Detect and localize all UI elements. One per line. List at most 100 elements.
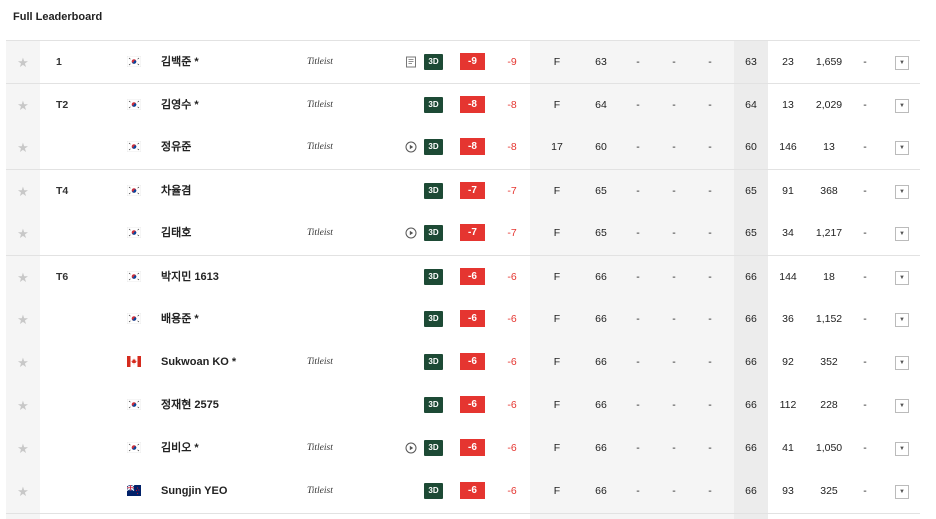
total-to-par: -8 — [460, 96, 485, 113]
player-name[interactable]: 김태호 — [161, 212, 191, 255]
scorecard-icon[interactable] — [405, 56, 417, 68]
table-row[interactable]: ★ 정유준 Titleist 3D -8 -8 17 60 - - - 60 146 13 - ▼ — [6, 126, 920, 169]
today-score: -6 — [507, 399, 517, 411]
total-strokes: 63 — [745, 56, 757, 68]
expand-dropdown-icon[interactable]: ▼ — [895, 185, 909, 199]
position: T4 — [56, 185, 69, 197]
favorite-star-icon[interactable]: ★ — [6, 41, 40, 84]
favorite-star-icon[interactable]: ★ — [6, 470, 40, 513]
favorite-star-icon[interactable]: ★ — [6, 256, 40, 299]
round-1: 65 — [595, 227, 607, 239]
player-name[interactable]: 김비오 * — [161, 427, 199, 470]
points-2: 368 — [820, 185, 838, 197]
player-name[interactable]: 배용준 * — [161, 298, 199, 341]
round-3: - — [672, 356, 676, 368]
player-name[interactable]: 김영수 * — [161, 84, 199, 127]
round-2: - — [636, 185, 640, 197]
play-video-icon[interactable] — [405, 227, 417, 239]
round-1: 66 — [595, 442, 607, 454]
round-4: - — [708, 271, 712, 283]
3d-view-button[interactable]: 3D — [424, 483, 443, 499]
expand-dropdown-icon[interactable]: ▼ — [895, 141, 909, 155]
total-strokes: 66 — [745, 485, 757, 497]
favorite-star-icon[interactable]: ★ — [6, 212, 40, 255]
round-2: - — [636, 356, 640, 368]
3d-view-button[interactable]: 3D — [424, 225, 443, 241]
table-divider — [6, 513, 920, 514]
round-1: 66 — [595, 313, 607, 325]
thru: F — [553, 99, 561, 111]
table-row[interactable]: ★ T4 차율겸 3D -7 -7 F 65 - - - 65 91 368 - ▼ — [6, 169, 920, 213]
today-score: -6 — [507, 313, 517, 325]
points-1: 144 — [779, 271, 797, 283]
position: 1 — [56, 56, 62, 68]
today-score: -7 — [507, 185, 517, 197]
extra-stat: - — [863, 442, 867, 454]
points-1: 34 — [782, 227, 794, 239]
table-row[interactable]: ★ 정재현 2575 3D -6 -6 F 66 - - - 66 112 228 - ▼ — [6, 384, 920, 427]
today-score: -6 — [507, 442, 517, 454]
expand-dropdown-icon[interactable]: ▼ — [895, 485, 909, 499]
3d-view-button[interactable]: 3D — [424, 54, 443, 70]
player-name[interactable]: Sukwoan KO * — [161, 341, 236, 384]
table-row[interactable]: ★ Sukwoan KO * Titleist 3D -6 -6 F 66 - - - 66 92 352… — [6, 341, 920, 384]
points-1: 23 — [782, 56, 794, 68]
flag-kr-icon — [127, 399, 141, 410]
expand-dropdown-icon[interactable]: ▼ — [895, 56, 909, 70]
3d-view-button[interactable]: 3D — [424, 183, 443, 199]
favorite-star-icon[interactable]: ★ — [6, 126, 40, 169]
round-3: - — [672, 313, 676, 325]
play-video-icon[interactable] — [405, 141, 417, 153]
points-2: 18 — [823, 271, 835, 283]
table-row[interactable]: ★ 배용준 * 3D -6 -6 F 66 - - - 66 36 1,152 - ▼ — [6, 298, 920, 341]
thru: F — [553, 227, 561, 239]
total-to-par: -6 — [460, 396, 485, 413]
table-row[interactable]: ★ T6 박지민 1613 3D -6 -6 F 66 - - - 66 144 18 - ▼ — [6, 255, 920, 299]
expand-dropdown-icon[interactable]: ▼ — [895, 442, 909, 456]
favorite-star-icon[interactable]: ★ — [6, 298, 40, 341]
points-1: 36 — [782, 313, 794, 325]
brand-logo: Titleist — [307, 486, 333, 496]
player-name[interactable]: 박지민 1613 — [161, 256, 219, 299]
table-row[interactable]: ★ 1 김백준 * Titleist 3D -9 -9 F 63 - - - 63 23 1,659 - ▼ — [6, 40, 920, 84]
brand-logo: Titleist — [307, 57, 333, 67]
brand-logo: Titleist — [307, 142, 333, 152]
3d-view-button[interactable]: 3D — [424, 269, 443, 285]
table-row[interactable]: ★ T2 김영수 * Titleist 3D -8 -8 F 64 - - - 64 13 2,029 - ▼ — [6, 83, 920, 127]
favorite-star-icon[interactable]: ★ — [6, 427, 40, 470]
expand-dropdown-icon[interactable]: ▼ — [895, 356, 909, 370]
round-4: - — [708, 399, 712, 411]
table-row[interactable]: ★ 김태호 Titleist 3D -7 -7 F 65 - - - 65 34 1,217 - ▼ — [6, 212, 920, 255]
play-video-icon[interactable] — [405, 442, 417, 454]
today-score: -9 — [507, 56, 517, 68]
player-name[interactable]: 정유준 — [161, 126, 191, 169]
favorite-star-icon[interactable]: ★ — [6, 341, 40, 384]
player-name[interactable]: 정재현 2575 — [161, 384, 219, 427]
points-2: 13 — [823, 141, 835, 153]
3d-view-button[interactable]: 3D — [424, 139, 443, 155]
favorite-star-icon[interactable]: ★ — [6, 170, 40, 213]
points-2: 1,050 — [815, 442, 843, 454]
player-name[interactable]: 차율겸 — [161, 170, 191, 213]
3d-view-button[interactable]: 3D — [424, 97, 443, 113]
favorite-star-icon[interactable]: ★ — [6, 84, 40, 127]
3d-view-button[interactable]: 3D — [424, 397, 443, 413]
thru: F — [553, 442, 561, 454]
round-1: 60 — [595, 141, 607, 153]
3d-view-button[interactable]: 3D — [424, 354, 443, 370]
expand-dropdown-icon[interactable]: ▼ — [895, 271, 909, 285]
expand-dropdown-icon[interactable]: ▼ — [895, 313, 909, 327]
round-1: 66 — [595, 271, 607, 283]
table-row[interactable]: ★ Sungjin YEO Titleist 3D -6 -6 F 66 - - - 66 93 325 -… — [6, 470, 920, 513]
expand-dropdown-icon[interactable]: ▼ — [895, 399, 909, 413]
expand-dropdown-icon[interactable]: ▼ — [895, 227, 909, 241]
table-row[interactable]: ★ 김비오 * Titleist 3D -6 -6 F 66 - - - 66 41 1,050 - ▼ — [6, 427, 920, 470]
round-2: - — [636, 227, 640, 239]
expand-dropdown-icon[interactable]: ▼ — [895, 99, 909, 113]
today-score: -8 — [507, 141, 517, 153]
player-name[interactable]: 김백준 * — [161, 41, 199, 84]
favorite-star-icon[interactable]: ★ — [6, 384, 40, 427]
3d-view-button[interactable]: 3D — [424, 311, 443, 327]
player-name[interactable]: Sungjin YEO — [161, 470, 227, 513]
3d-view-button[interactable]: 3D — [424, 440, 443, 456]
